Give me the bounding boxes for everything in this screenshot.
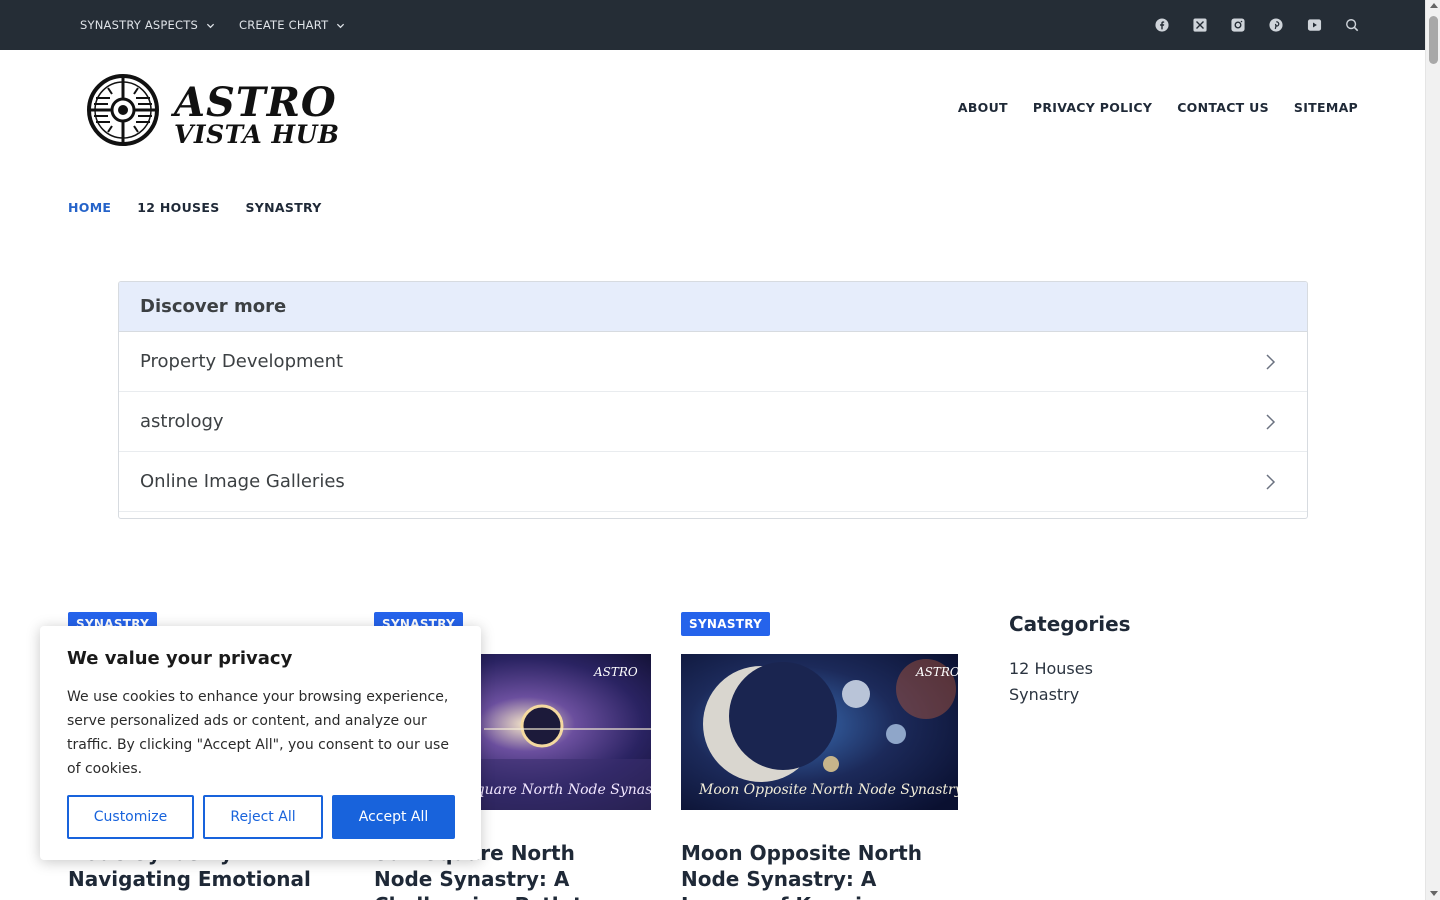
instagram-icon[interactable] bbox=[1230, 17, 1246, 33]
x-icon[interactable] bbox=[1192, 17, 1208, 33]
logo-emblem-icon bbox=[87, 74, 159, 146]
discover-more-title: Discover more bbox=[119, 282, 1307, 332]
nav-privacy-policy[interactable]: PRIVACY POLICY bbox=[1033, 100, 1152, 115]
customize-button[interactable]: Customize bbox=[67, 795, 194, 839]
reject-all-button[interactable]: Reject All bbox=[203, 795, 323, 839]
pinterest-icon[interactable] bbox=[1268, 17, 1284, 33]
post-title[interactable]: Moon Opposite North Node Synastry: A Les… bbox=[681, 840, 971, 900]
post-image: ASTRO Moon Opposite North Node Synastry bbox=[681, 654, 958, 810]
nav-contact-us[interactable]: CONTACT US bbox=[1177, 100, 1269, 115]
nav-synastry[interactable]: SYNASTRY bbox=[246, 200, 322, 215]
discover-item-astrology[interactable]: astrology bbox=[119, 392, 1307, 452]
logo-graphic: ASTRO VISTA HUB bbox=[87, 74, 340, 149]
youtube-icon[interactable] bbox=[1306, 17, 1322, 33]
svg-text:ASTRO: ASTRO bbox=[170, 79, 337, 126]
cookie-buttons: Customize Reject All Accept All bbox=[67, 795, 455, 839]
discover-item-label: astrology bbox=[140, 411, 224, 432]
categories-heading: Categories bbox=[1009, 612, 1131, 636]
menu-synastry-aspects[interactable]: SYNASTRY ASPECTS bbox=[80, 18, 215, 32]
svg-text:VISTA HUB: VISTA HUB bbox=[174, 120, 340, 148]
post-title-line: Navigating Emotional bbox=[68, 867, 311, 891]
category-link-synastry[interactable]: Synastry bbox=[1009, 685, 1079, 704]
svg-text:Moon Opposite North Node Synas: Moon Opposite North Node Synastry bbox=[698, 782, 958, 798]
discover-item-label: Property Development bbox=[140, 351, 344, 372]
chevron-down-icon bbox=[206, 23, 215, 28]
discover-more-panel: Discover more Property Development astro… bbox=[118, 281, 1308, 519]
menu-label: CREATE CHART bbox=[238, 18, 329, 32]
chevron-right-icon bbox=[1266, 413, 1276, 430]
cookie-consent-dialog: We value your privacy We use cookies to … bbox=[40, 626, 481, 860]
chevron-right-icon bbox=[1266, 353, 1276, 370]
svg-text:ASTRO: ASTRO bbox=[915, 665, 958, 679]
facebook-icon[interactable] bbox=[1154, 17, 1170, 33]
cookie-title: We value your privacy bbox=[67, 648, 293, 669]
main-nav: ABOUT PRIVACY POLICY CONTACT US SITEMAP bbox=[958, 100, 1358, 115]
category-link-12-houses[interactable]: 12 Houses bbox=[1009, 659, 1093, 678]
accept-all-button[interactable]: Accept All bbox=[332, 795, 455, 839]
discover-item-online-image-galleries[interactable]: Online Image Galleries bbox=[119, 452, 1307, 512]
chevron-down-icon bbox=[337, 23, 345, 28]
post-title-line: Challenging Path to bbox=[374, 892, 664, 900]
chevron-right-icon bbox=[1266, 473, 1276, 490]
menu-label: SYNASTRY ASPECTS bbox=[80, 18, 198, 32]
search-icon[interactable] bbox=[1344, 17, 1360, 33]
scroll-down-arrow-icon[interactable] bbox=[1430, 891, 1438, 896]
menu-create-chart[interactable]: CREATE CHART bbox=[239, 18, 345, 32]
post-thumbnail[interactable]: ASTRO Moon Opposite North Node Synastry bbox=[681, 654, 958, 810]
scroll-up-arrow-icon[interactable] bbox=[1430, 3, 1438, 8]
nav-12-houses[interactable]: 12 HOUSES bbox=[137, 200, 219, 215]
top-menu: SYNASTRY ASPECTS CREATE CHART bbox=[80, 0, 345, 50]
site-logo[interactable]: ASTRO VISTA HUB bbox=[86, 72, 356, 149]
page-scrollbar[interactable] bbox=[1425, 0, 1440, 900]
scrollbar-thumb[interactable] bbox=[1429, 16, 1438, 64]
social-links bbox=[1154, 0, 1360, 50]
discover-item-label: Online Image Galleries bbox=[140, 471, 345, 492]
cookie-body: We use cookies to enhance your browsing … bbox=[67, 689, 449, 777]
post-title-line: Node Synastry: A bbox=[374, 867, 570, 891]
nav-home[interactable]: HOME bbox=[68, 200, 111, 215]
svg-text:ASTRO: ASTRO bbox=[593, 665, 638, 679]
nav-sitemap[interactable]: SITEMAP bbox=[1294, 100, 1358, 115]
post-title-line: Node Synastry: A bbox=[681, 867, 877, 891]
nav-about[interactable]: ABOUT bbox=[958, 100, 1008, 115]
post-title-line: Lesson of Karmic bbox=[681, 892, 971, 900]
post-title-line: Moon Opposite North bbox=[681, 841, 922, 865]
discover-item-property-development[interactable]: Property Development bbox=[119, 332, 1307, 392]
post-category-badge[interactable]: SYNASTRY bbox=[681, 612, 771, 636]
secondary-nav: HOME 12 HOUSES SYNASTRY bbox=[68, 200, 322, 215]
top-bar: SYNASTRY ASPECTS CREATE CHART bbox=[0, 0, 1425, 50]
